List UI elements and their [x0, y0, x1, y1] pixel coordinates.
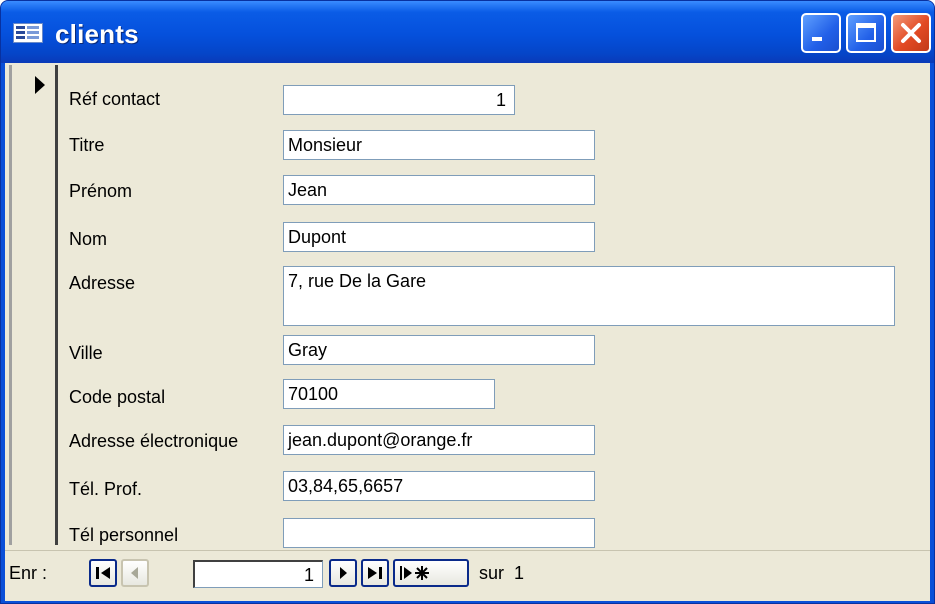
close-button[interactable] — [891, 13, 931, 53]
of-label: sur — [479, 563, 505, 583]
label-code-postal: Code postal — [69, 387, 166, 407]
label-prenom: Prénom — [69, 181, 133, 201]
code-postal-field[interactable]: 70100 — [283, 379, 495, 409]
adresse-electronique-field[interactable]: jean.dupont@orange.fr — [283, 425, 595, 455]
record-label: Enr : — [9, 563, 48, 583]
current-record-arrow-icon — [35, 76, 45, 94]
form-body: Réf contact 1 Titre Monsieur Prénom Jean… — [5, 63, 930, 601]
new-record-button[interactable] — [393, 559, 469, 587]
label-tel-prof: Tél. Prof. — [69, 479, 143, 499]
record-selector[interactable] — [9, 65, 58, 545]
record-count-text: sur 1 — [479, 563, 524, 584]
ville-field[interactable]: Gray — [283, 335, 595, 365]
record-navigation-bar: Enr : 1 sur 1 — [5, 550, 930, 599]
label-adresse-electronique: Adresse électronique — [69, 431, 239, 451]
label-ref-contact: Réf contact — [69, 89, 161, 109]
title-bar[interactable]: clients — [1, 1, 934, 63]
current-record-field[interactable]: 1 — [193, 560, 323, 588]
adresse-field[interactable]: 7, rue De la Gare — [283, 266, 895, 326]
window: clients Réf contact 1 Titre Monsieur Pré… — [0, 0, 935, 604]
previous-record-button[interactable] — [121, 559, 149, 587]
maximize-button[interactable] — [846, 13, 886, 53]
prenom-field[interactable]: Jean — [283, 175, 595, 205]
nom-field[interactable]: Dupont — [283, 222, 595, 252]
label-adresse: Adresse — [69, 273, 136, 293]
label-ville: Ville — [69, 343, 103, 363]
total-records: 1 — [514, 563, 525, 583]
label-tel-personnel: Tél personnel — [69, 525, 179, 545]
last-record-button[interactable] — [361, 559, 389, 587]
titre-field[interactable]: Monsieur — [283, 130, 595, 160]
ref-contact-field[interactable]: 1 — [283, 85, 515, 115]
label-nom: Nom — [69, 229, 108, 249]
form-icon — [13, 23, 43, 43]
tel-prof-field[interactable]: 03,84,65,6657 — [283, 471, 595, 501]
tel-personnel-field[interactable] — [283, 518, 595, 548]
window-title: clients — [55, 19, 139, 49]
minimize-button[interactable] — [801, 13, 841, 53]
next-record-button[interactable] — [329, 559, 357, 587]
first-record-button[interactable] — [89, 559, 117, 587]
label-titre: Titre — [69, 135, 105, 155]
